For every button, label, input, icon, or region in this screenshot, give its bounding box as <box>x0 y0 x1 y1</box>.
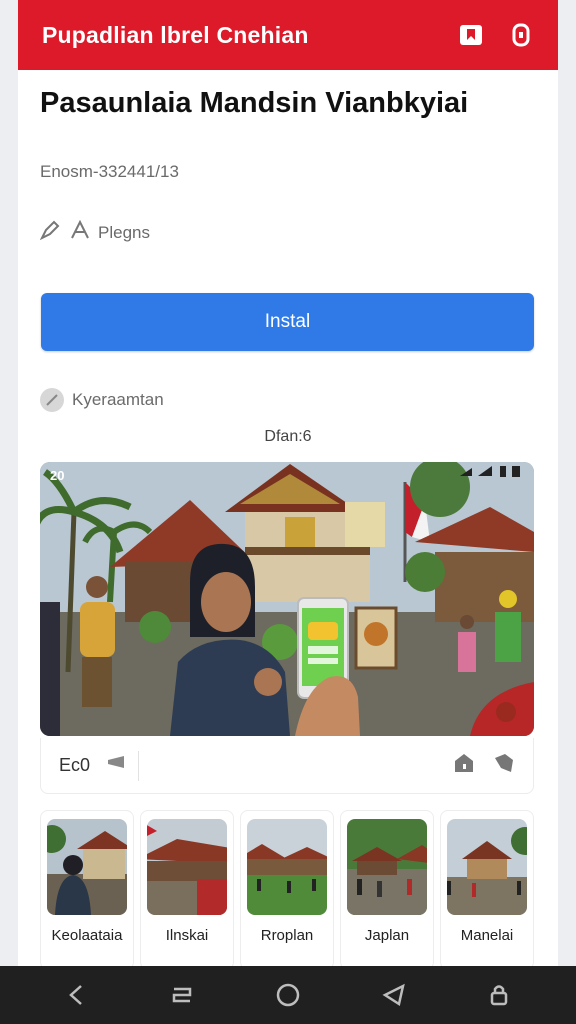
bookmark-icon[interactable] <box>458 22 484 48</box>
screenshot-label: Japlan <box>364 927 410 944</box>
screenshot-image <box>47 819 127 915</box>
screenshot-thumb[interactable]: Keolaataia <box>40 810 134 968</box>
app-detail-card: Pupadlian lbrel Cnehian Pasaunlaia Mands… <box>18 0 558 968</box>
screenshot-image <box>447 819 527 915</box>
back-icon[interactable] <box>57 975 97 1015</box>
tag-icon[interactable] <box>106 754 126 777</box>
category-row[interactable]: Kyeraamtan <box>40 388 164 412</box>
rating-label: Dfan:6 <box>264 428 312 445</box>
publisher-name: Plegns <box>98 222 150 242</box>
profile-icon[interactable] <box>508 22 534 48</box>
download-count: Ec0 <box>59 755 91 775</box>
screenshot-image <box>147 819 227 915</box>
publisher-row[interactable]: Plegns <box>39 219 150 245</box>
top-bar: Pupadlian lbrel Cnehian <box>18 0 558 70</box>
system-nav-bar <box>0 966 576 1024</box>
header-title: Pupadlian lbrel Cnehian <box>42 21 309 48</box>
action-bar: Ec0 <box>40 738 534 794</box>
lock-icon[interactable] <box>453 752 475 779</box>
screenshot-thumb[interactable]: Ilnskai <box>140 810 234 968</box>
hero-image[interactable]: 20 <box>40 462 534 736</box>
screenshot-label: Rroplan <box>260 927 314 944</box>
screenshot-label: Keolaataia <box>51 927 123 944</box>
screenshot-label: Manelai <box>460 927 514 944</box>
app-subtitle: Enosm-332441/13 <box>40 162 179 181</box>
font-icon <box>70 219 90 245</box>
category-label: Kyeraamtan <box>72 390 164 409</box>
screenshot-thumb[interactable]: Manelai <box>440 810 534 968</box>
edit-icon <box>39 220 62 245</box>
screenshot-label: Ilnskai <box>165 927 209 944</box>
install-button[interactable]: Instal <box>41 293 534 351</box>
hero-badge: 20 <box>50 468 64 483</box>
lock-screen-icon[interactable] <box>479 975 519 1015</box>
screenshot-thumb[interactable]: Japlan <box>340 810 434 968</box>
recents-icon[interactable] <box>162 975 202 1015</box>
divider <box>138 750 140 781</box>
app-title: Pasaunlaia Mandsin Vianbkyiai <box>40 87 469 119</box>
home-icon[interactable] <box>268 975 308 1015</box>
category-icon <box>40 388 64 412</box>
navigation-icon[interactable] <box>374 975 414 1015</box>
screenshot-thumb[interactable]: Rroplan <box>240 810 334 968</box>
share-icon[interactable] <box>493 752 515 779</box>
screenshot-image <box>247 819 327 915</box>
screenshot-strip: Keolaataia Ilnskai Rroplan Japlan Manela… <box>40 810 534 968</box>
screenshot-image <box>347 819 427 915</box>
